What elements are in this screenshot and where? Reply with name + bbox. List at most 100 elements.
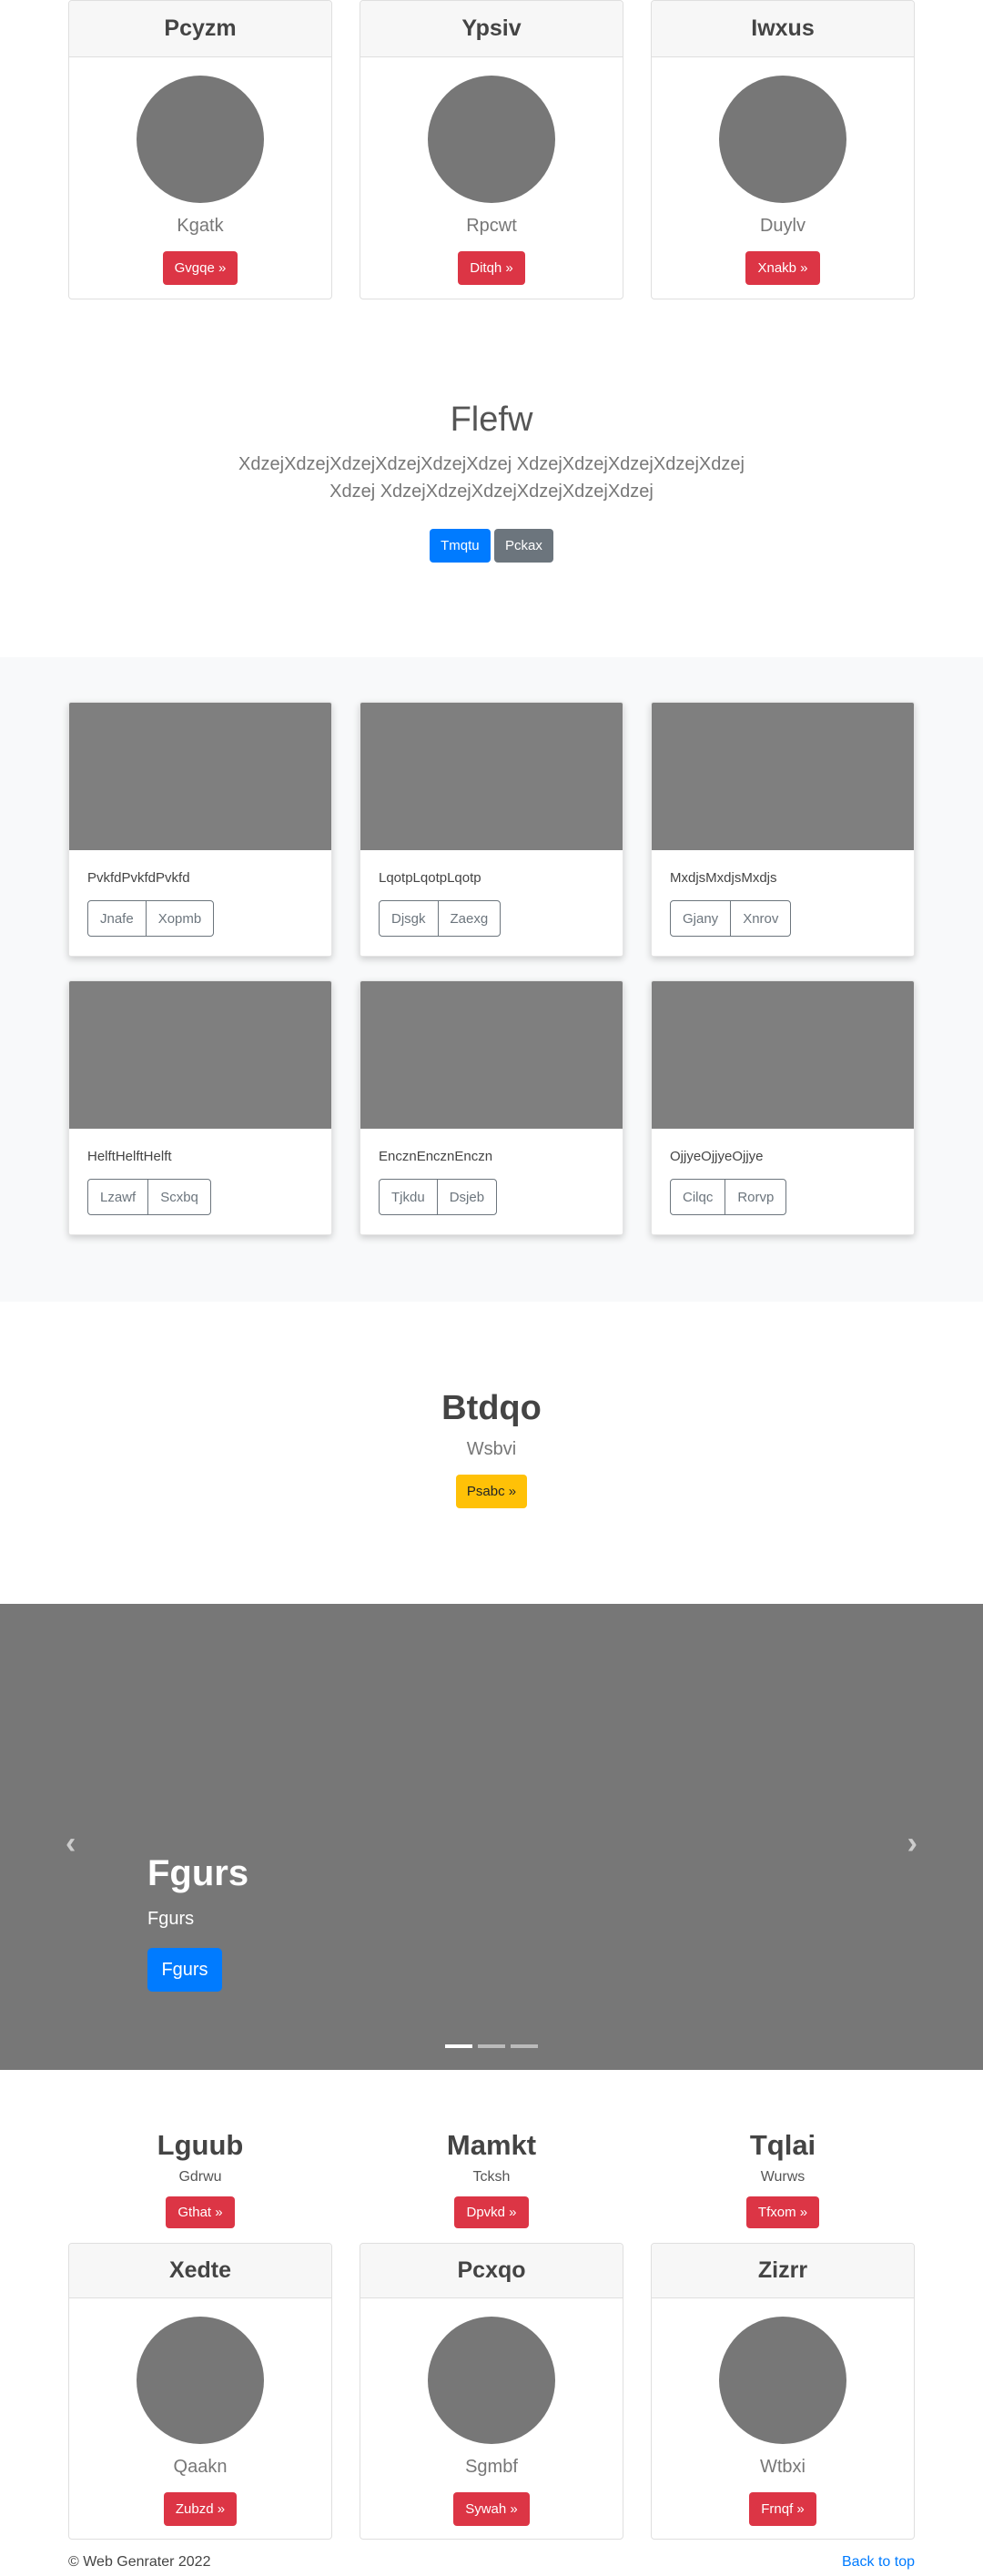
album-button-group: Lzawf Scxbq	[87, 1179, 211, 1215]
album-button[interactable]: Cilqc	[671, 1180, 725, 1214]
album-button-group: Tjkdu Dsjeb	[379, 1179, 498, 1215]
marketing-subtitle: Gdrwu	[178, 2169, 222, 2185]
marketing-subtitle: Wurws	[760, 2169, 806, 2185]
carousel-indicator[interactable]	[478, 2044, 505, 2048]
thumbnail-image	[69, 703, 331, 850]
hero-title: Flefw	[450, 401, 533, 439]
avatar	[137, 2317, 264, 2444]
profile-card-title: Zizrr	[652, 2244, 914, 2298]
avatar	[719, 2317, 846, 2444]
carousel: ‹ › Fgurs Fgurs Fgurs	[0, 1604, 983, 2070]
thumbnail-image	[360, 981, 623, 1129]
marketing-title: Mamkt	[446, 2129, 537, 2161]
profile-name: Wtbxi	[760, 2457, 806, 2477]
profile-card-title: Pcxqo	[360, 2244, 623, 2298]
hero-secondary-button[interactable]: Pckax	[494, 529, 553, 563]
back-to-top-link[interactable]: Back to top	[842, 2554, 915, 2571]
profile-card: Zizrr Wtbxi Frnqf »	[651, 2243, 915, 2540]
album-button-group: Cilqc Rorvp	[670, 1179, 787, 1215]
album-button-group: Jnafe Xopmb	[87, 900, 215, 937]
album-button-group: Gjany Xnrov	[670, 900, 792, 937]
profile-name: Sgmbf	[465, 2457, 518, 2477]
album-card-text: OjjyeOjjyeOjjye	[670, 1149, 764, 1164]
profile-name: Kgatk	[177, 216, 224, 236]
heading-subtitle: Wsbvi	[466, 1439, 517, 1459]
marketing-button[interactable]: Dpvkd »	[454, 2196, 529, 2228]
album-card-text: HelftHelftHelft	[87, 1149, 172, 1164]
marketing-column: Lguub Gdrwu Gthat »	[68, 2129, 332, 2228]
avatar	[719, 76, 846, 203]
footer: © Web Genrater 2022 Back to top	[68, 2554, 915, 2571]
avatar	[137, 76, 264, 203]
heading-title: Btdqo	[441, 1389, 542, 1427]
album-section: PvkfdPvkfdPvkfd Jnafe Xopmb LqotpLqotpLq…	[0, 657, 983, 1302]
profile-button[interactable]: Zubzd »	[163, 2492, 238, 2526]
album-card: PvkfdPvkfdPvkfd Jnafe Xopmb	[68, 702, 332, 957]
thumbnail-image	[652, 981, 914, 1129]
thumbnail-image	[69, 981, 331, 1129]
album-card-text: MxdjsMxdjsMxdjs	[670, 870, 777, 886]
album-card-text: LqotpLqotpLqotp	[379, 870, 481, 886]
profile-card: Pcxqo Sgmbf Sywah »	[360, 2243, 623, 2540]
carousel-indicator[interactable]	[511, 2044, 538, 2048]
footer-copyright: © Web Genrater 2022	[68, 2554, 211, 2570]
profile-card: Iwxus Duylv Xnakb »	[651, 0, 915, 299]
profile-card-title: Iwxus	[652, 1, 914, 57]
marketing-column: Mamkt Tcksh Dpvkd »	[360, 2129, 623, 2228]
hero-lead: XdzejXdzejXdzejXdzejXdzejXdzej XdzejXdze…	[238, 454, 745, 502]
album-button[interactable]: Xopmb	[145, 901, 214, 936]
album-button[interactable]: Xnrov	[730, 901, 790, 936]
album-button[interactable]: Zaexg	[437, 901, 501, 936]
album-button[interactable]: Jnafe	[88, 901, 146, 936]
album-button[interactable]: Tjkdu	[380, 1180, 437, 1214]
profile-name: Rpcwt	[466, 216, 517, 236]
profile-name: Duylv	[759, 216, 806, 236]
marketing-button[interactable]: Tfxom »	[745, 2196, 820, 2228]
album-button[interactable]: Scxbq	[147, 1180, 210, 1214]
profile-card-title: Pcyzm	[69, 1, 331, 57]
profile-button[interactable]: Frnqf »	[749, 2492, 816, 2526]
profile-button[interactable]: Gvgqe »	[162, 251, 238, 285]
hero-section: Flefw XdzejXdzejXdzejXdzejXdzejXdzej Xdz…	[0, 401, 983, 563]
album-button[interactable]: Rorvp	[725, 1180, 785, 1214]
carousel-text: Fgurs	[147, 1909, 195, 1929]
profile-cards-top: Pcyzm Kgatk Gvgqe » Ypsiv Rpcwt Ditqh » …	[68, 0, 915, 299]
avatar	[428, 76, 555, 203]
album-card: EncznEncznEnczn Tjkdu Dsjeb	[360, 980, 623, 1235]
profile-card-title: Xedte	[69, 2244, 331, 2298]
carousel-indicators	[0, 2044, 983, 2048]
carousel-indicator[interactable]	[445, 2044, 472, 2048]
album-button-group: Djsgk Zaexg	[379, 900, 502, 937]
carousel-next-icon[interactable]: ›	[907, 1826, 917, 1861]
album-button[interactable]: Dsjeb	[436, 1180, 496, 1214]
carousel-caption: Fgurs Fgurs Fgurs	[147, 1853, 248, 1992]
carousel-button[interactable]: Fgurs	[147, 1948, 222, 1992]
profile-button[interactable]: Ditqh »	[458, 251, 525, 285]
heading-button[interactable]: Psabc »	[455, 1475, 528, 1508]
thumbnail-image	[360, 703, 623, 850]
profile-card: Ypsiv Rpcwt Ditqh »	[360, 0, 623, 299]
album-card-text: PvkfdPvkfdPvkfd	[87, 870, 190, 886]
carousel-title: Fgurs	[147, 1853, 249, 1893]
marketing-button[interactable]: Gthat »	[166, 2196, 235, 2228]
album-card: MxdjsMxdjsMxdjs Gjany Xnrov	[651, 702, 915, 957]
profile-card: Xedte Qaakn Zubzd »	[68, 2243, 332, 2540]
album-button[interactable]: Gjany	[671, 901, 730, 936]
album-card-text: EncznEncznEnczn	[379, 1149, 493, 1164]
profile-name: Qaakn	[173, 2457, 228, 2477]
marketing-section: Lguub Gdrwu Gthat » Mamkt Tcksh Dpvkd » …	[68, 2129, 915, 2228]
hero-primary-button[interactable]: Tmqtu	[430, 529, 491, 563]
profile-button[interactable]: Sywah »	[453, 2492, 530, 2526]
profile-cards-bottom: Xedte Qaakn Zubzd » Pcxqo Sgmbf Sywah » …	[68, 2243, 915, 2540]
thumbnail-image	[652, 703, 914, 850]
profile-button[interactable]: Xnakb »	[745, 251, 820, 285]
album-button[interactable]: Djsgk	[380, 901, 438, 936]
carousel-prev-icon[interactable]: ‹	[66, 1826, 76, 1861]
album-button[interactable]: Lzawf	[88, 1180, 147, 1214]
album-card: OjjyeOjjyeOjjye Cilqc Rorvp	[651, 980, 915, 1235]
album-card: HelftHelftHelft Lzawf Scxbq	[68, 980, 332, 1235]
avatar	[428, 2317, 555, 2444]
marketing-subtitle: Tcksh	[472, 2169, 511, 2185]
profile-card-title: Ypsiv	[360, 1, 623, 57]
marketing-title: Lguub	[157, 2129, 244, 2161]
